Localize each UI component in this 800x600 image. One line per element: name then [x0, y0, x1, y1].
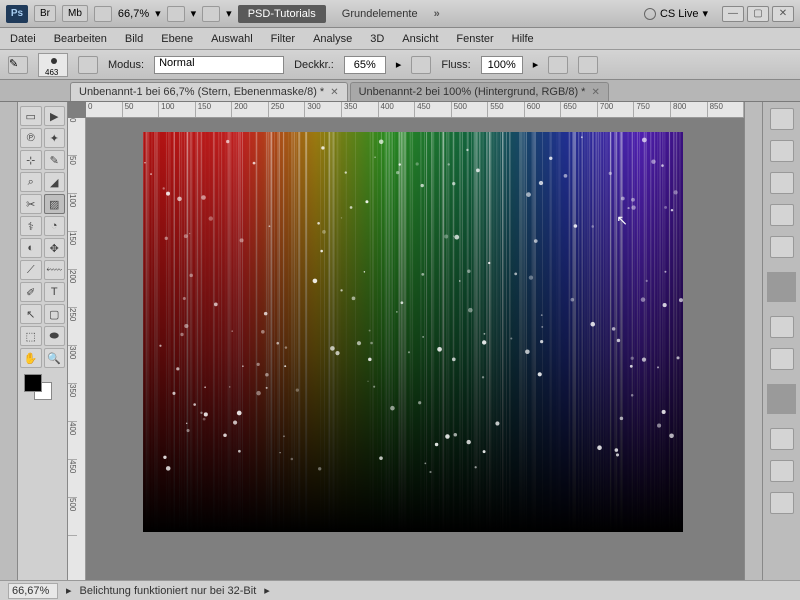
canvas[interactable]: ↖ — [143, 132, 683, 532]
bridge-button[interactable]: Br — [34, 5, 56, 22]
menu-bild[interactable]: Bild — [125, 33, 143, 45]
swatches-panel-icon[interactable] — [770, 140, 794, 162]
channels-panel-icon[interactable] — [770, 460, 794, 482]
status-arrow2-icon[interactable]: ▸ — [264, 584, 270, 597]
document-tab-2[interactable]: Unbenannt-2 bei 100% (Hintergrund, RGB/8… — [350, 82, 609, 101]
tool-1-0[interactable]: ℗ — [20, 128, 42, 148]
adjustments-panel-icon[interactable] — [770, 204, 794, 226]
minimize-button[interactable]: — — [722, 6, 744, 22]
canvas-area: 0501001502002503003504004505005506006507… — [68, 102, 744, 580]
menu-bar: Datei Bearbeiten Bild Ebene Auswahl Filt… — [0, 28, 800, 50]
tablet-pressure-icon[interactable] — [578, 56, 598, 74]
status-zoom[interactable]: 66,67% — [8, 583, 58, 599]
color-panel-icon[interactable] — [770, 108, 794, 130]
menu-bearbeiten[interactable]: Bearbeiten — [54, 33, 107, 45]
opacity-label: Deckkr.: — [294, 59, 334, 71]
cslive-button[interactable]: CS Live▾ — [644, 7, 708, 20]
tool-9-1[interactable]: ▢ — [44, 304, 66, 324]
tool-7-0[interactable]: ⟋ — [20, 260, 42, 280]
flow-label: Fluss: — [441, 59, 470, 71]
menu-hilfe[interactable]: Hilfe — [512, 33, 534, 45]
airbrush-icon[interactable] — [548, 56, 568, 74]
mode-select[interactable]: Normal — [154, 56, 284, 74]
menu-ebene[interactable]: Ebene — [161, 33, 193, 45]
layout-icon[interactable] — [167, 6, 185, 22]
menu-fenster[interactable]: Fenster — [456, 33, 493, 45]
screen-mode-icon[interactable] — [202, 6, 220, 22]
menu-filter[interactable]: Filter — [271, 33, 295, 45]
workspace-tab-active[interactable]: PSD-Tutorials — [238, 5, 326, 23]
options-bar: ✎ 463 Modus: Normal Deckkr.: 65% ▸ Fluss… — [0, 50, 800, 80]
close-tab-icon[interactable]: ✕ — [591, 87, 599, 98]
opacity-arrow-icon[interactable]: ▸ — [396, 58, 402, 71]
right-panel-dock — [762, 102, 800, 580]
tool-6-1[interactable]: ✥ — [44, 238, 66, 258]
tool-11-1[interactable]: 🔍 — [44, 348, 66, 368]
document-tab-1[interactable]: Unbenannt-1 bei 66,7% (Stern, Ebenenmask… — [70, 82, 348, 101]
flow-input[interactable]: 100% — [481, 56, 523, 74]
canvas-artwork — [143, 132, 683, 532]
tool-9-0[interactable]: ↖ — [20, 304, 42, 324]
toolbox: ▭▶℗✦⊹✎⌕◢✂▨⚕◔◐✥⟋⬳✐T↖▢⬚⬬✋🔍 — [18, 102, 68, 580]
tool-8-1[interactable]: T — [44, 282, 66, 302]
title-bar: Ps Br Mb 66,7%▾ ▾ ▾ PSD-Tutorials Grunde… — [0, 0, 800, 28]
ruler-horizontal: 0501001502002503003504004505005506006507… — [86, 102, 744, 118]
tool-1-1[interactable]: ✦ — [44, 128, 66, 148]
menu-3d[interactable]: 3D — [370, 33, 384, 45]
status-hint: Belichtung funktioniert nur bei 32-Bit — [80, 585, 257, 597]
tool-2-1[interactable]: ✎ — [44, 150, 66, 170]
film-icon[interactable] — [94, 6, 112, 22]
tool-10-0[interactable]: ⬚ — [20, 326, 42, 346]
tool-11-0[interactable]: ✋ — [20, 348, 42, 368]
mode-label: Modus: — [108, 59, 144, 71]
opacity-input[interactable]: 65% — [344, 56, 386, 74]
brush-tool-icon[interactable]: ✎ — [8, 56, 28, 74]
tool-7-1[interactable]: ⬳ — [44, 260, 66, 280]
menu-datei[interactable]: Datei — [10, 33, 36, 45]
layers-panel-icon[interactable] — [770, 428, 794, 450]
tool-3-1[interactable]: ◢ — [44, 172, 66, 192]
chevron-down-icon: ▾ — [155, 7, 161, 20]
app-logo: Ps — [6, 5, 28, 23]
close-tab-icon[interactable]: ✕ — [330, 87, 338, 98]
opacity-pressure-icon[interactable] — [411, 56, 431, 74]
brush-preset-picker[interactable]: 463 — [38, 53, 68, 77]
actions-panel-icon[interactable] — [770, 348, 794, 370]
menu-ansicht[interactable]: Ansicht — [402, 33, 438, 45]
tool-0-1[interactable]: ▶ — [44, 106, 66, 126]
menu-auswahl[interactable]: Auswahl — [211, 33, 253, 45]
tool-0-0[interactable]: ▭ — [20, 106, 42, 126]
masks-panel-icon[interactable] — [770, 236, 794, 258]
tool-10-1[interactable]: ⬬ — [44, 326, 66, 346]
tool-8-0[interactable]: ✐ — [20, 282, 42, 302]
left-dock — [0, 102, 18, 580]
paths-panel-icon[interactable] — [770, 492, 794, 514]
cslive-icon — [644, 8, 656, 20]
minibridge-button[interactable]: Mb — [62, 5, 88, 22]
tool-4-1[interactable]: ▨ — [44, 194, 66, 214]
more-workspaces-icon[interactable]: » — [434, 8, 440, 20]
tool-4-0[interactable]: ✂ — [20, 194, 42, 214]
workspace-tab-other[interactable]: Grundelemente — [332, 5, 428, 23]
flow-arrow-icon[interactable]: ▸ — [533, 58, 539, 71]
right-spacer — [744, 102, 762, 580]
close-button[interactable]: ✕ — [772, 6, 794, 22]
tool-2-0[interactable]: ⊹ — [20, 150, 42, 170]
status-arrow-icon[interactable]: ▸ — [66, 584, 72, 597]
tool-5-0[interactable]: ⚕ — [20, 216, 42, 236]
history-panel-icon[interactable] — [770, 316, 794, 338]
zoom-readout[interactable]: 66,7% — [118, 8, 149, 20]
brush-panel-icon[interactable] — [78, 56, 98, 74]
maximize-button[interactable]: ▢ — [747, 6, 769, 22]
tool-3-0[interactable]: ⌕ — [20, 172, 42, 192]
ruler-vertical: 050100150200250300350400450500 — [68, 118, 86, 580]
fg-color-swatch[interactable] — [24, 374, 42, 392]
menu-analyse[interactable]: Analyse — [313, 33, 352, 45]
tool-6-0[interactable]: ◐ — [20, 238, 42, 258]
status-bar: 66,67% ▸ Belichtung funktioniert nur bei… — [0, 580, 800, 600]
tool-5-1[interactable]: ◔ — [44, 216, 66, 236]
document-tab-row: Unbenannt-1 bei 66,7% (Stern, Ebenenmask… — [0, 80, 800, 102]
styles-panel-icon[interactable] — [770, 172, 794, 194]
